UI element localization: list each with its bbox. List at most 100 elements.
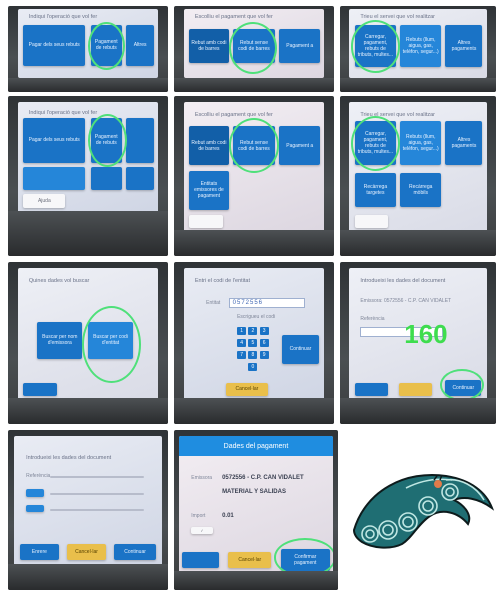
tile-label: Altres pagaments (451, 39, 477, 52)
help-label: Ajuda (37, 197, 51, 204)
field-chip-1[interactable] (26, 488, 44, 497)
tile-label: Continuar (124, 548, 146, 555)
tile-other[interactable]: Pagament a (279, 28, 321, 64)
highlight-circle (350, 115, 401, 171)
back-button[interactable]: Enrere (20, 543, 59, 560)
key-7[interactable]: 7 (237, 350, 247, 359)
kiosk-base (340, 398, 496, 424)
tile-label: Enrere (31, 548, 47, 555)
back-button[interactable] (354, 382, 388, 396)
key-8[interactable]: 8 (248, 350, 258, 359)
tile-mobile-topup[interactable]: Recàrrega mòbils (400, 173, 442, 208)
tile-barcode[interactable]: Rebut amb codi de barres (189, 28, 229, 64)
cursor-mark: ✓ (191, 527, 213, 535)
concept-value: MATERIAL Y SALIDAS (222, 488, 286, 495)
kiosk-screen: Dades del pagament Emissora 0572556 - C.… (178, 436, 334, 574)
tile-label: Pagament a (286, 42, 314, 49)
kiosk-screen: Indiqui l'operació que vol fer Pagar del… (17, 9, 159, 79)
key-4[interactable]: 4 (237, 338, 247, 347)
back-button[interactable] (23, 382, 57, 396)
tile-lower-left[interactable] (23, 167, 86, 190)
screen-prompt: Quines dades vol buscar (28, 277, 90, 284)
key-5[interactable]: 5 (248, 338, 258, 347)
back-button[interactable] (354, 215, 388, 229)
kiosk-screen: Escolliu el pagament que vol fer Rebut a… (183, 102, 325, 234)
input-line (49, 492, 144, 495)
input-line (49, 508, 144, 511)
field-chip-2[interactable] (26, 504, 44, 513)
code-hint: Escrigueu el codi (237, 313, 276, 320)
key-1[interactable]: 1 (237, 326, 247, 335)
back-button[interactable] (189, 215, 223, 229)
screen-prompt: Escolliu el pagament que vol fer (194, 111, 273, 118)
tile-pay-bills[interactable]: Pagar dels seus rebuts (23, 118, 86, 163)
kiosk-screen: Indiqui l'operació que vol fer Pagar del… (17, 102, 159, 215)
entity-value: 0572556 - C.P. CAN VIDALET (222, 474, 304, 481)
tile-other-payments[interactable]: Altres pagaments (445, 24, 483, 68)
screen-prompt: Indiqui l'operació que vol fer (28, 110, 98, 117)
key-0[interactable]: 0 (248, 362, 258, 371)
kiosk-screen: Entri el codi de l'entitat Entitat 05725… (183, 268, 325, 402)
key-2[interactable]: 2 (248, 326, 258, 335)
photo-step-10: Introdueixi les dades del document Refer… (8, 430, 168, 590)
screen-prompt: Introdueixi les dades del document (26, 454, 112, 461)
tile-other-payments[interactable]: Altres pagaments (445, 120, 483, 166)
back-button[interactable] (181, 551, 219, 569)
tile-lower-mid[interactable] (90, 167, 122, 190)
kiosk-screen: Quines dades vol buscar Buscar per nom d… (17, 268, 159, 402)
reference-label: Referència (360, 316, 385, 323)
kiosk-base (174, 78, 334, 92)
help-button[interactable]: Ajuda (23, 194, 66, 208)
key-6[interactable]: 6 (259, 338, 269, 347)
continue-button[interactable]: Continuar (114, 543, 156, 560)
tile-barcode[interactable]: Rebut amb codi de barres (189, 126, 229, 166)
continue-button[interactable]: Continuar (282, 334, 319, 365)
tile-other[interactable]: Altres (126, 24, 155, 66)
tile-lower-right[interactable] (126, 167, 155, 190)
entity-field: Emissora: 0572556 - C.P. CAN VIDALET (360, 297, 452, 304)
tile-card-topup[interactable]: Recàrrega targetes (354, 173, 397, 208)
code-label: Entitat (206, 300, 221, 307)
cancel-button[interactable]: Cancel·lar (67, 543, 106, 560)
wave-logo (352, 474, 495, 549)
photo-step-7: Quines dades vol buscar Buscar per nom d… (8, 262, 168, 424)
annotation-number: 160 (404, 318, 448, 349)
tile-label: Recàrrega targetes (363, 184, 388, 197)
highlight-circle (228, 118, 280, 174)
tile-side[interactable] (126, 118, 155, 163)
kiosk-screen: Trieu el servei que vol realitzar Carreg… (349, 102, 487, 234)
tile-bills[interactable]: Rebuts (llum, aigua, gas, telèfon, segur… (400, 24, 442, 68)
search-by-name-button[interactable]: Buscar per nom d'emissora (37, 321, 83, 359)
photo-step-3: Trieu el servei que vol realitzar Carreg… (340, 6, 496, 92)
entity-label: Emissora (191, 474, 213, 481)
highlight-circle (228, 21, 277, 75)
tile-label: Rebut amb codi de barres (191, 39, 227, 52)
photo-step-11: Dades del pagament Emissora 0572556 - C.… (174, 430, 338, 590)
tile-label: Pagar dels seus rebuts (28, 42, 80, 49)
tile-other[interactable]: Pagament a (279, 126, 321, 166)
key-9[interactable]: 9 (259, 350, 269, 359)
kiosk-base (174, 230, 334, 256)
tile-label: Cancel·lar (235, 386, 259, 393)
tile-label: Rebut amb codi de barres (191, 139, 227, 152)
tile-label: Altres pagaments (451, 137, 477, 150)
cancel-button[interactable]: Cancel·lar (228, 551, 272, 569)
cancel-button[interactable]: Cancel·lar (225, 382, 269, 396)
photo-step-6: Trieu el servei que vol realitzar Carreg… (340, 96, 496, 256)
tile-label: Continuar (289, 346, 312, 353)
entity-code-field[interactable]: 0572556 (228, 297, 305, 308)
tile-pay-bills[interactable]: Pagar dels seus rebuts (23, 24, 86, 66)
kiosk-base (340, 78, 496, 92)
cancel-button[interactable] (398, 382, 432, 396)
tile-entities[interactable]: Entitats emissores de pagament (189, 170, 229, 210)
photo-step-8: Entri el codi de l'entitat Entitat 05725… (174, 262, 334, 424)
tile-label: Cancel·lar (75, 548, 98, 555)
key-3[interactable]: 3 (259, 326, 269, 335)
photo-step-4: Indiqui l'operació que vol fer Pagar del… (8, 96, 168, 256)
tile-label: Entitats emissores de pagament (194, 181, 224, 200)
kiosk-screen: Introdueixi les dades del document Refer… (14, 436, 162, 568)
tile-bills[interactable]: Rebuts (llum, aigua, gas, telèfon, segur… (400, 120, 442, 166)
screen-prompt: Introdueixi les dades del document (360, 277, 446, 284)
kiosk-base (174, 570, 338, 590)
photo-step-1: Indiqui l'operació que vol fer Pagar del… (8, 6, 168, 92)
